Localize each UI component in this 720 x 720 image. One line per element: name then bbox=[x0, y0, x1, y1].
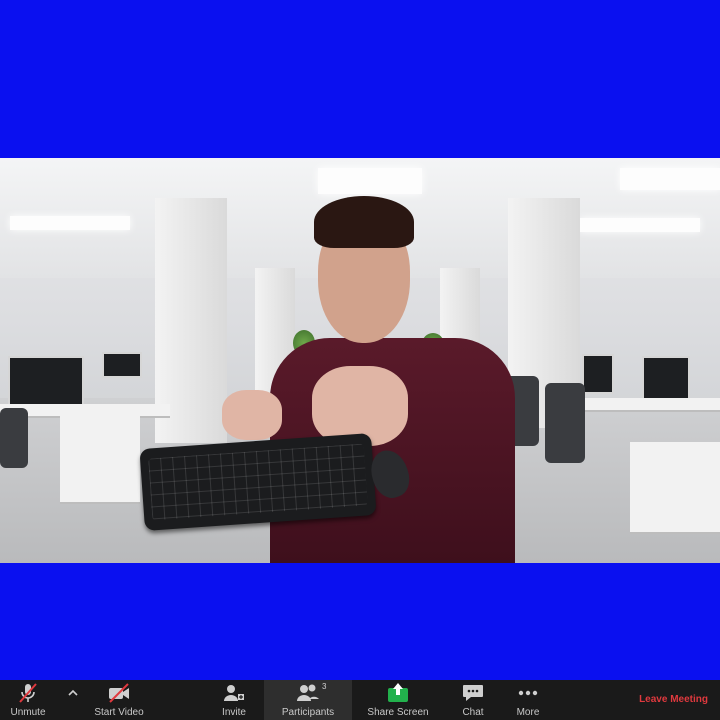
top-background bbox=[0, 0, 720, 158]
leave-meeting-button[interactable]: Leave Meeting bbox=[639, 694, 708, 705]
more-button[interactable]: More bbox=[510, 680, 546, 720]
person-hand bbox=[222, 390, 282, 440]
unmute-button[interactable]: Unmute bbox=[6, 680, 50, 720]
monitor bbox=[8, 356, 84, 406]
share-screen-button[interactable]: Share Screen bbox=[366, 680, 430, 720]
share-screen-icon bbox=[386, 680, 410, 706]
participants-icon bbox=[295, 680, 321, 706]
meeting-toolbar: Unmute Start Video Invite Participants 3… bbox=[0, 680, 720, 720]
desk-drawer bbox=[60, 416, 140, 504]
chat-label: Chat bbox=[462, 707, 484, 718]
start-video-button[interactable]: Start Video bbox=[90, 680, 148, 720]
ceiling-light bbox=[10, 216, 130, 230]
video-off-icon bbox=[106, 680, 132, 706]
keyboard bbox=[139, 433, 377, 531]
participants-label: Participants bbox=[281, 707, 335, 718]
monitor bbox=[102, 352, 142, 378]
add-person-icon bbox=[222, 680, 246, 706]
invite-button[interactable]: Invite bbox=[214, 680, 254, 720]
chat-icon bbox=[461, 680, 485, 706]
more-icon bbox=[516, 680, 540, 706]
participants-count: 3 bbox=[322, 682, 327, 691]
ceiling-light bbox=[620, 168, 720, 190]
unmute-label: Unmute bbox=[10, 707, 46, 718]
share-screen-label: Share Screen bbox=[367, 707, 429, 718]
person-hair bbox=[314, 196, 414, 248]
chevron-up-icon bbox=[67, 680, 79, 706]
invite-label: Invite bbox=[222, 707, 246, 718]
video-feed bbox=[0, 158, 720, 563]
office-chair bbox=[545, 383, 585, 463]
participants-button[interactable]: Participants 3 bbox=[264, 680, 352, 720]
desk-drawer bbox=[630, 442, 720, 534]
microphone-muted-icon bbox=[17, 680, 39, 706]
office-chair bbox=[0, 408, 28, 468]
chat-button[interactable]: Chat bbox=[454, 680, 492, 720]
ceiling-light bbox=[318, 168, 422, 194]
start-video-label: Start Video bbox=[94, 707, 144, 718]
ceiling-light bbox=[580, 218, 700, 232]
more-label: More bbox=[516, 707, 540, 718]
audio-options-button[interactable] bbox=[64, 680, 82, 720]
monitor bbox=[582, 354, 614, 394]
